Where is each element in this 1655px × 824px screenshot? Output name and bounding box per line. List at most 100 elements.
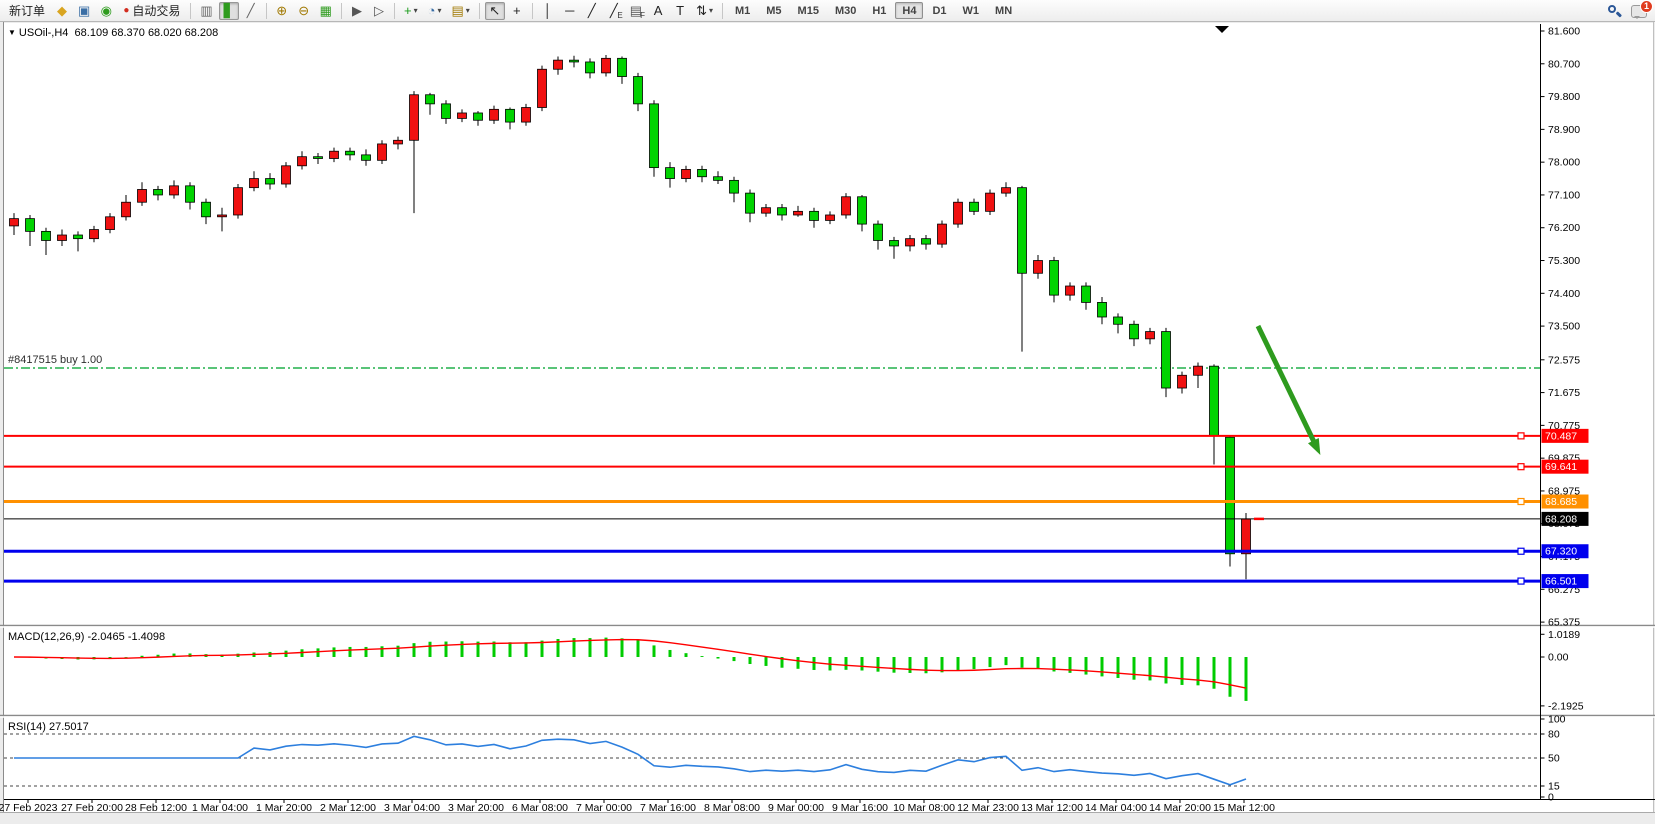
timeframe-m30-button[interactable]: M30 <box>828 2 863 19</box>
autotrade-button-icon: ● <box>123 5 129 16</box>
indicators-button[interactable]: +▾ <box>400 2 422 20</box>
dropdown-caret-icon[interactable]: ▾ <box>414 7 418 15</box>
trendline-button[interactable]: ╱ <box>582 2 602 20</box>
candle-body <box>1146 332 1155 339</box>
price-line-handle[interactable] <box>1518 578 1524 584</box>
vertical-line-button[interactable]: │ <box>538 2 558 20</box>
candle-body <box>698 169 707 176</box>
candle-body <box>618 58 627 76</box>
symbol-dropdown-icon[interactable]: ▼ <box>8 28 16 37</box>
auto-scroll-icon[interactable]: ▶ <box>347 2 367 20</box>
equidistant-channel-button[interactable]: ╱E <box>604 2 624 20</box>
candle-body <box>170 186 179 195</box>
candle-body <box>1018 188 1027 274</box>
dropdown-caret-icon[interactable]: ▾ <box>466 7 470 15</box>
dropdown-caret-icon[interactable]: ▾ <box>709 7 713 15</box>
candle-body <box>826 215 835 220</box>
candle-body <box>90 230 99 239</box>
chart-title: ▼USOil-,H4 68.109 68.370 68.020 68.208 <box>8 27 218 39</box>
fibonacci-button[interactable]: ▤F <box>626 2 646 20</box>
rsi-indicator-label: RSI(14) 27.5017 <box>8 721 89 733</box>
periods-glyph: ◔ <box>428 4 436 17</box>
candle-body <box>10 219 19 226</box>
candle-body <box>874 224 883 240</box>
candle-body <box>602 58 611 73</box>
dropdown-caret-icon[interactable]: ▾ <box>437 7 441 15</box>
search-icon[interactable] <box>1607 4 1621 18</box>
candle-body <box>186 186 195 202</box>
timeframe-m1-button[interactable]: M1 <box>728 2 757 19</box>
candle-body <box>314 157 323 159</box>
line-chart-icon[interactable]: ╱ <box>241 2 261 20</box>
text-label-button[interactable]: T <box>670 2 690 20</box>
candle-body <box>1066 286 1075 295</box>
new-order-button[interactable]: 新订单 <box>4 2 50 20</box>
candle-body <box>346 151 355 155</box>
candlestick-chart-icon[interactable]: ▋ <box>219 2 239 20</box>
vertical-line-glyph: │ <box>544 4 552 17</box>
timeframe-m15-button[interactable]: M15 <box>791 2 826 19</box>
text-label-glyph: T <box>676 4 684 17</box>
timeframe-h1-button[interactable]: H1 <box>865 2 893 19</box>
autotrade-button-label: 自动交易 <box>132 2 180 19</box>
signals-icon[interactable]: ◉ <box>96 2 116 20</box>
crosshair-button[interactable]: + <box>507 2 527 20</box>
toolbar-separator <box>722 3 723 19</box>
chart-shift-icon-glyph: ▷ <box>374 4 384 17</box>
templates-glyph: ▤ <box>451 4 463 17</box>
chart-window-icon-glyph: ◆ <box>57 4 67 17</box>
timeframe-h4-button[interactable]: H4 <box>895 2 923 19</box>
candle-body <box>634 77 643 104</box>
candle-body <box>1162 332 1171 388</box>
indicators-glyph: + <box>404 4 412 17</box>
tile-windows-icon[interactable]: ▦ <box>316 2 336 20</box>
notifications-icon[interactable]: 1 <box>1631 5 1647 18</box>
candle-body <box>842 197 851 215</box>
toolbar-separator <box>479 3 480 19</box>
timeframe-m5-button[interactable]: M5 <box>759 2 788 19</box>
chart-background <box>3 23 1653 812</box>
zoom-out-icon[interactable]: ⊖ <box>294 2 314 20</box>
candle-body <box>1082 286 1091 302</box>
zoom-in-icon-glyph: ⊕ <box>276 4 287 17</box>
candle-body <box>122 202 131 217</box>
timeframe-d1-button[interactable]: D1 <box>925 2 953 19</box>
candle-body <box>394 140 403 144</box>
candle-body <box>1226 437 1235 554</box>
timeframe-mn-button[interactable]: MN <box>988 2 1019 19</box>
candle-body <box>1178 375 1187 388</box>
timeframe-w1-button[interactable]: W1 <box>956 2 987 19</box>
periods-button[interactable]: ◔▾ <box>424 2 446 20</box>
candle-body <box>1242 519 1251 554</box>
toolbar: 新订单◆▣◉●自动交易▥▋╱⊕⊖▦▶▷+▾◔▾▤▾↖+│─╱╱E▤FAT⇅▾M1… <box>0 0 1655 22</box>
chart-window-icon[interactable]: ◆ <box>52 2 72 20</box>
bar-chart-icon[interactable]: ▥ <box>196 2 216 20</box>
templates-button[interactable]: ▤▾ <box>447 2 473 20</box>
candle-body <box>554 60 563 69</box>
cursor-button[interactable]: ↖ <box>485 2 505 20</box>
candle-body <box>42 231 51 240</box>
price-line-handle[interactable] <box>1518 433 1524 439</box>
candle-body <box>1130 324 1139 339</box>
chart-canvas[interactable]: 81.60080.70079.80078.90078.00077.10076.2… <box>0 0 1655 824</box>
candle-body <box>714 177 723 181</box>
candle-body <box>490 109 499 120</box>
price-axis[interactable] <box>1541 24 1655 799</box>
text-button[interactable]: A <box>648 2 668 20</box>
price-line-handle[interactable] <box>1518 464 1524 470</box>
candle-body <box>106 217 115 230</box>
arrows-button[interactable]: ⇅▾ <box>692 2 717 20</box>
candle-body <box>266 179 275 184</box>
candle-body <box>58 235 67 240</box>
arrows-glyph: ⇅ <box>696 4 707 17</box>
autotrade-button[interactable]: ●自动交易 <box>118 2 185 20</box>
price-line-handle[interactable] <box>1518 499 1524 505</box>
cursor-glyph: ↖ <box>489 4 500 17</box>
zoom-in-icon[interactable]: ⊕ <box>272 2 292 20</box>
candle-body <box>778 208 787 215</box>
market-watch-icon[interactable]: ▣ <box>74 2 94 20</box>
horizontal-line-button[interactable]: ─ <box>560 2 580 20</box>
time-axis[interactable] <box>4 800 1540 812</box>
price-line-handle[interactable] <box>1518 548 1524 554</box>
chart-shift-icon[interactable]: ▷ <box>369 2 389 20</box>
